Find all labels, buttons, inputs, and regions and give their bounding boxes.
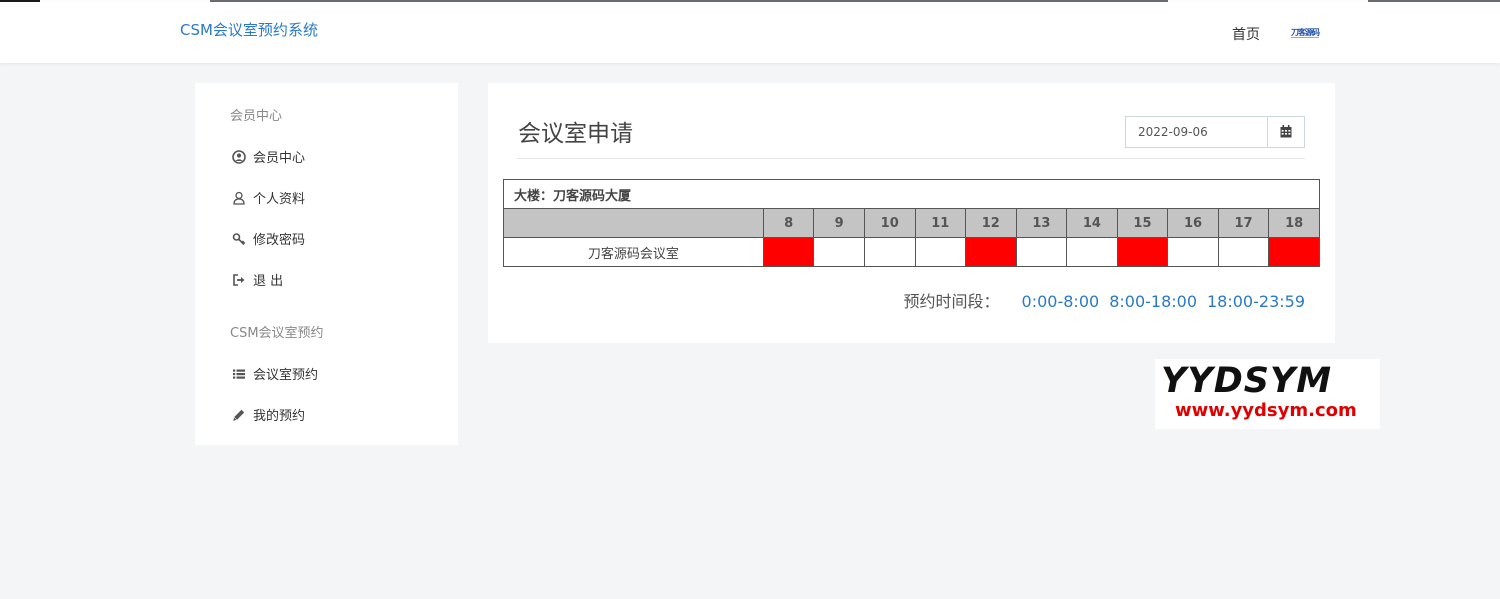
booked-slot [1116,237,1169,267]
available-slot[interactable] [1015,237,1068,267]
sidebar-item-logout[interactable]: 退 出 [232,270,283,289]
site-logo[interactable]: 刀客源码 [1291,28,1320,39]
hour-header-cell: 16 [1167,208,1219,238]
pencil-icon [232,408,246,422]
watermark-url: www.yydsym.com [1175,400,1357,421]
hour-header-cell: 10 [863,208,916,238]
booked-slot [762,237,815,267]
sidebar-section-member-title: 会员中心 [230,109,283,124]
calendar-icon [1280,123,1292,142]
legend-label: 预约时间段： [903,292,1000,311]
sidebar-item-member-center[interactable]: 会员中心 [232,147,305,166]
hour-header-cell: 8 [762,208,815,238]
available-slot[interactable] [813,237,865,267]
available-slot[interactable] [1066,237,1118,267]
hour-header-blank [503,208,764,238]
sidebar-item-label: 会员中心 [253,151,306,166]
booking-schedule-table: 大楼：刀客源码大厦 8 9 10 11 12 13 14 15 16 17 18 刀客源码会议室 [503,179,1320,267]
date-picker[interactable] [1125,116,1305,148]
user-icon [232,191,246,205]
sidebar-item-label: 退 出 [253,274,284,289]
sidebar-section-booking-title: CSM会议室预约 [230,326,324,341]
room-name: 刀客源码会议室 [503,237,764,267]
hour-header-cell: 13 [1015,208,1068,238]
period-link-evening[interactable]: 18:00-23:59 [1207,292,1305,311]
watermark-title: YYDSYM [1161,361,1333,401]
title-divider [517,158,1305,159]
available-slot[interactable] [1217,237,1270,267]
sidebar-item-change-password[interactable]: 修改密码 [232,229,305,248]
hour-header-cell: 18 [1268,208,1320,238]
booked-slot [1268,237,1320,267]
page-title: 会议室申请 [518,121,633,147]
available-slot[interactable] [1167,237,1219,267]
sidebar-item-label: 修改密码 [253,233,306,248]
booked-slot [965,237,1017,267]
period-link-day[interactable]: 8:00-18:00 [1109,292,1197,311]
hour-header-cell: 15 [1116,208,1169,238]
sign-out-icon [232,273,246,287]
sidebar-item-label: 个人资料 [253,192,306,207]
main-panel: 会议室申请 大楼：刀客源码大厦 89101112131415161718 刀客源… [488,83,1335,343]
hour-header-cell: 11 [914,208,967,238]
list-icon [232,367,246,381]
top-navbar: CSM会议室预约系统 首页 刀客源码 [0,2,1500,63]
room-row: 刀客源码会议室 [503,237,1320,267]
sidebar-item-room-booking[interactable]: 会议室预约 [232,364,318,383]
hour-header-row: 8 9 10 11 12 13 14 15 16 17 18 [503,208,1320,238]
logo-text: 刀客源码 [1291,28,1320,37]
booking-periods-legend: 预约时间段： 0:00-8:00 8:00-18:00 18:00-23:59 [904,288,1305,312]
period-link-night[interactable]: 0:00-8:00 [1022,292,1100,311]
brand-link[interactable]: CSM会议室预约系统 [180,19,318,40]
sidebar-item-profile[interactable]: 个人资料 [232,188,305,207]
available-slot[interactable] [863,237,916,267]
available-slot[interactable] [914,237,967,267]
user-circle-icon [232,149,246,164]
hour-header-cell: 12 [965,208,1017,238]
sidebar: 会员中心 会员中心 个人资料 修改密码 退 出 CSM会议室预约 会议室预约 我… [195,83,458,445]
sidebar-item-label: 会议室预约 [253,368,319,383]
hour-header-cell: 9 [813,208,865,238]
nav-home-link[interactable]: 首页 [1232,24,1260,44]
date-input[interactable] [1126,117,1267,147]
sidebar-item-my-bookings[interactable]: 我的预约 [232,405,305,424]
calendar-button[interactable] [1267,117,1304,147]
key-icon [232,232,246,246]
hour-header-cell: 14 [1066,208,1118,238]
sidebar-item-label: 我的预约 [253,409,306,424]
building-label: 大楼：刀客源码大厦 [503,179,1320,209]
hour-header-cell: 17 [1217,208,1270,238]
watermark-logo: YYDSYM www.yydsym.com [1155,359,1380,429]
